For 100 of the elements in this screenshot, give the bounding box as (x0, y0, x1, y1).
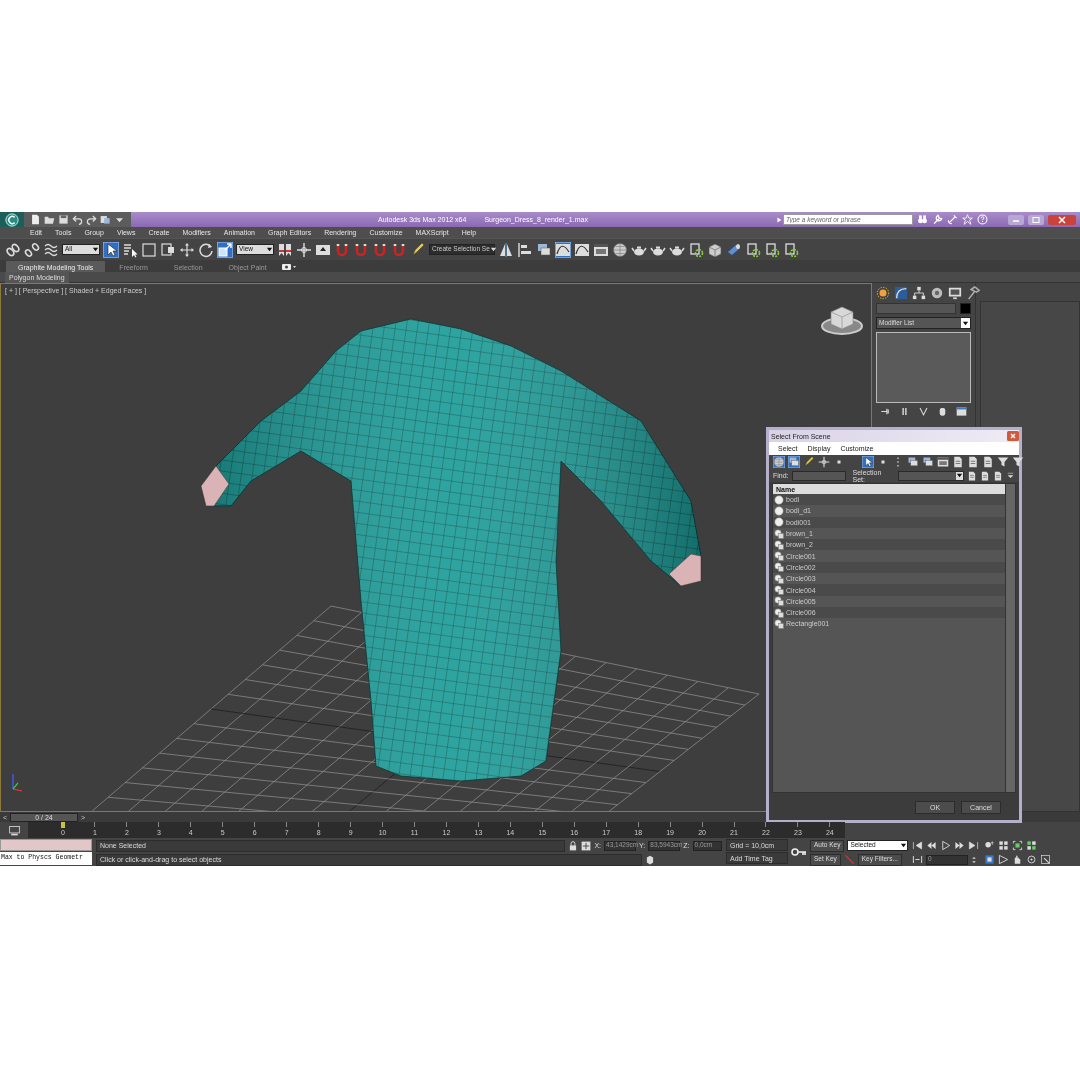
key-mode-toggle-icon[interactable] (912, 854, 923, 865)
layers-icon[interactable] (907, 456, 919, 468)
sun-icon[interactable] (876, 286, 890, 300)
color-swatch[interactable] (960, 303, 971, 314)
next-frame-icon[interactable] (954, 840, 965, 851)
wave-icon[interactable] (43, 241, 59, 258)
animation-icon[interactable] (783, 241, 799, 258)
animation-icon[interactable] (688, 241, 704, 258)
go-to-end-icon[interactable] (968, 840, 979, 851)
cylinder-icon[interactable] (726, 241, 742, 258)
window-icon[interactable] (593, 241, 609, 258)
curve-graph-icon[interactable] (555, 241, 571, 258)
restore-icon[interactable] (1028, 214, 1044, 225)
robe-model-drawing[interactable] (200, 318, 702, 782)
folder-icon[interactable] (44, 214, 55, 225)
ribbon-options-icon[interactable] (280, 261, 297, 272)
magnet-icon[interactable] (334, 241, 350, 258)
name-field[interactable] (876, 303, 956, 314)
find-field[interactable] (791, 470, 846, 481)
previous-frame-icon[interactable] (926, 840, 937, 851)
scale-icon[interactable] (217, 241, 233, 258)
field-of-view-icon[interactable] (984, 854, 995, 865)
current-frame-marker[interactable] (61, 822, 65, 828)
play-icon[interactable] (940, 840, 951, 851)
mirror-icon[interactable] (498, 241, 514, 258)
curve-icon[interactable] (894, 286, 908, 300)
disc-icon[interactable] (930, 286, 944, 300)
overlapping-squares-icon[interactable] (160, 241, 176, 258)
binoculars-icon[interactable] (917, 214, 928, 225)
wrench-icon[interactable] (932, 214, 943, 225)
cursor-icon[interactable] (103, 241, 119, 258)
animation-icon[interactable] (745, 241, 761, 258)
sphere-icon[interactable] (612, 241, 628, 258)
bookmark-icon[interactable] (277, 241, 293, 258)
curve-editor-icon[interactable] (7, 823, 21, 837)
crosshair-icon[interactable] (296, 241, 312, 258)
close-icon[interactable] (1007, 431, 1019, 441)
move-icon[interactable] (179, 241, 195, 258)
lock-icon[interactable] (568, 840, 579, 851)
document-icon[interactable] (952, 456, 964, 468)
window-icon[interactable] (937, 456, 949, 468)
zoom-extents-all-icon[interactable] (1026, 840, 1037, 851)
modifier-stack-list[interactable] (876, 332, 971, 403)
layers-icon[interactable] (922, 456, 934, 468)
minimize-icon[interactable] (1008, 214, 1024, 225)
pencil-icon[interactable] (410, 241, 426, 258)
crosshair-icon[interactable] (818, 456, 830, 468)
magnet-icon[interactable] (353, 241, 369, 258)
zoom-icon[interactable] (984, 840, 995, 851)
project-folder-icon[interactable] (100, 214, 111, 225)
star-icon[interactable] (962, 214, 973, 225)
rotate-icon[interactable] (198, 241, 214, 258)
collapse-arrow-icon[interactable] (1006, 471, 1015, 480)
pin-icon[interactable] (880, 406, 891, 417)
curve-graph-icon[interactable] (574, 241, 590, 258)
fork-icon[interactable] (918, 406, 929, 417)
layers-icon[interactable] (536, 241, 552, 258)
pan-hand-icon[interactable] (1012, 854, 1023, 865)
zoom-all-icon[interactable] (998, 840, 1009, 851)
document-icon[interactable] (993, 470, 1003, 481)
monitor-icon[interactable] (948, 286, 962, 300)
configure-icon[interactable] (956, 406, 967, 417)
new-file-icon[interactable] (30, 214, 41, 225)
animation-icon[interactable] (764, 241, 780, 258)
close-icon[interactable] (1048, 214, 1076, 225)
layers-icon[interactable] (788, 456, 800, 468)
magnet-icon[interactable] (372, 241, 388, 258)
rectangle-selection-icon[interactable] (141, 241, 157, 258)
go-to-start-icon[interactable] (912, 840, 923, 851)
hierarchy-icon[interactable] (912, 286, 926, 300)
zoom-extents-icon[interactable] (1012, 840, 1023, 851)
expand-arrow-icon[interactable] (775, 215, 783, 224)
document-icon[interactable] (967, 470, 977, 481)
scrollbar[interactable] (1005, 484, 1015, 792)
listener-input-field[interactable] (0, 839, 92, 851)
document-icon[interactable] (982, 456, 994, 468)
orbit-icon[interactable] (1026, 854, 1037, 865)
hammer-icon[interactable] (966, 286, 980, 300)
document-icon[interactable] (980, 470, 990, 481)
absolute-mode-icon[interactable] (581, 840, 592, 851)
triangle-icon[interactable] (998, 854, 1009, 865)
selection-set-dropdown[interactable] (897, 470, 964, 481)
chain-link-icon[interactable] (5, 241, 21, 258)
maximize-viewport-icon[interactable] (1040, 854, 1051, 865)
filter-icon[interactable] (1012, 456, 1024, 468)
sphere-icon[interactable] (773, 456, 785, 468)
cube-icon[interactable] (707, 241, 723, 258)
broken-chain-icon[interactable] (24, 241, 40, 258)
redo-icon[interactable] (86, 214, 97, 225)
magnet-icon[interactable] (391, 241, 407, 258)
view-cube-icon[interactable] (821, 306, 863, 335)
app-logo-icon[interactable] (5, 212, 19, 227)
save-icon[interactable] (58, 214, 69, 225)
align-icon[interactable] (517, 241, 533, 258)
pause-bars-icon[interactable] (899, 406, 910, 417)
undo-icon[interactable] (72, 214, 83, 225)
cursor-icon[interactable] (862, 456, 874, 468)
help-icon[interactable] (977, 214, 988, 225)
list-cursor-icon[interactable] (122, 241, 138, 258)
document-icon[interactable] (967, 456, 979, 468)
